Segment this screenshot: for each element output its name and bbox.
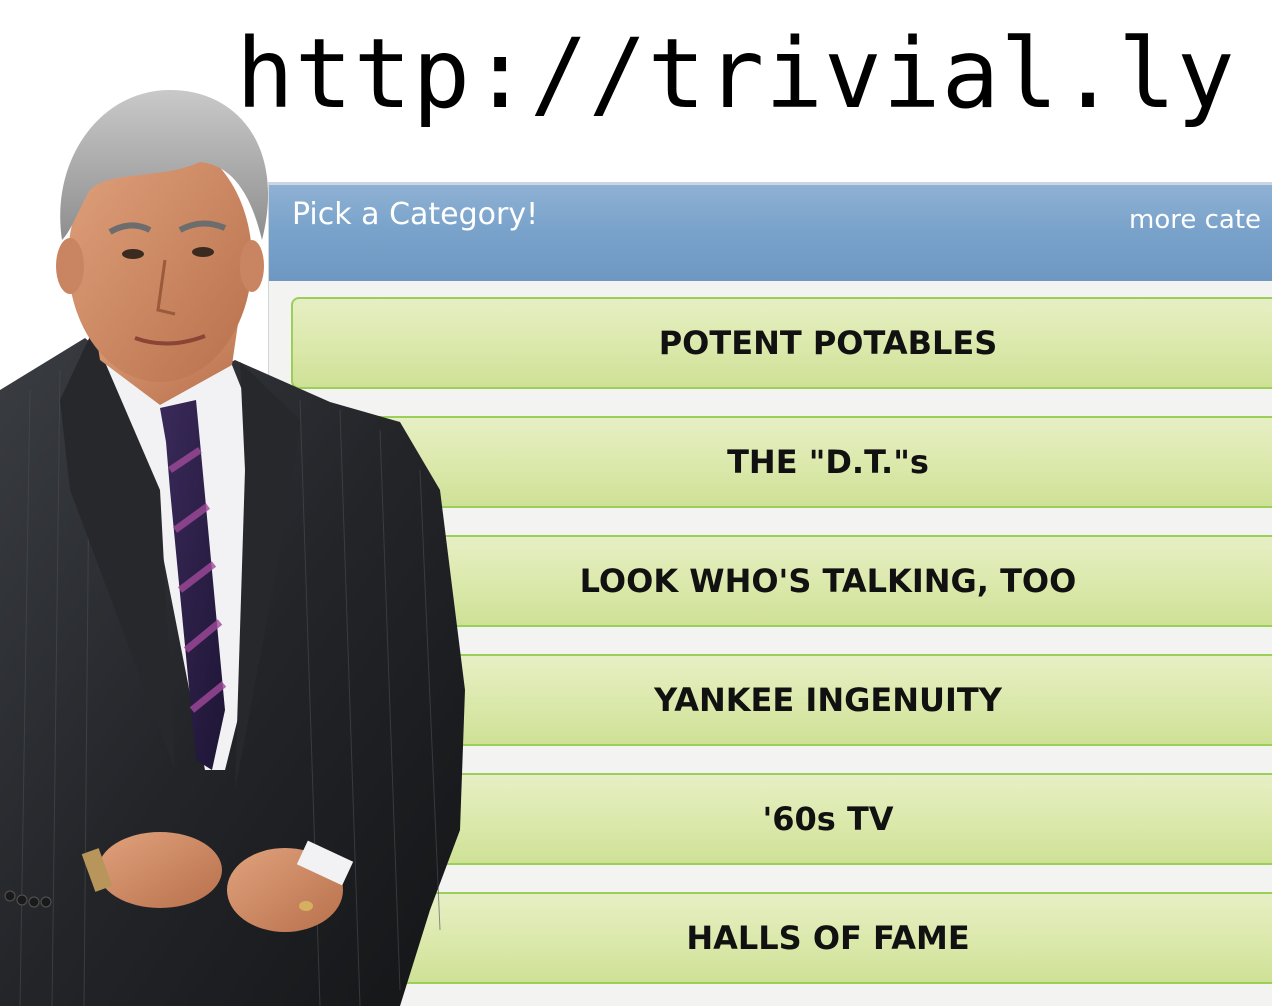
more-categories-link[interactable]: more cate — [1129, 205, 1261, 235]
host-photo — [0, 90, 465, 1006]
